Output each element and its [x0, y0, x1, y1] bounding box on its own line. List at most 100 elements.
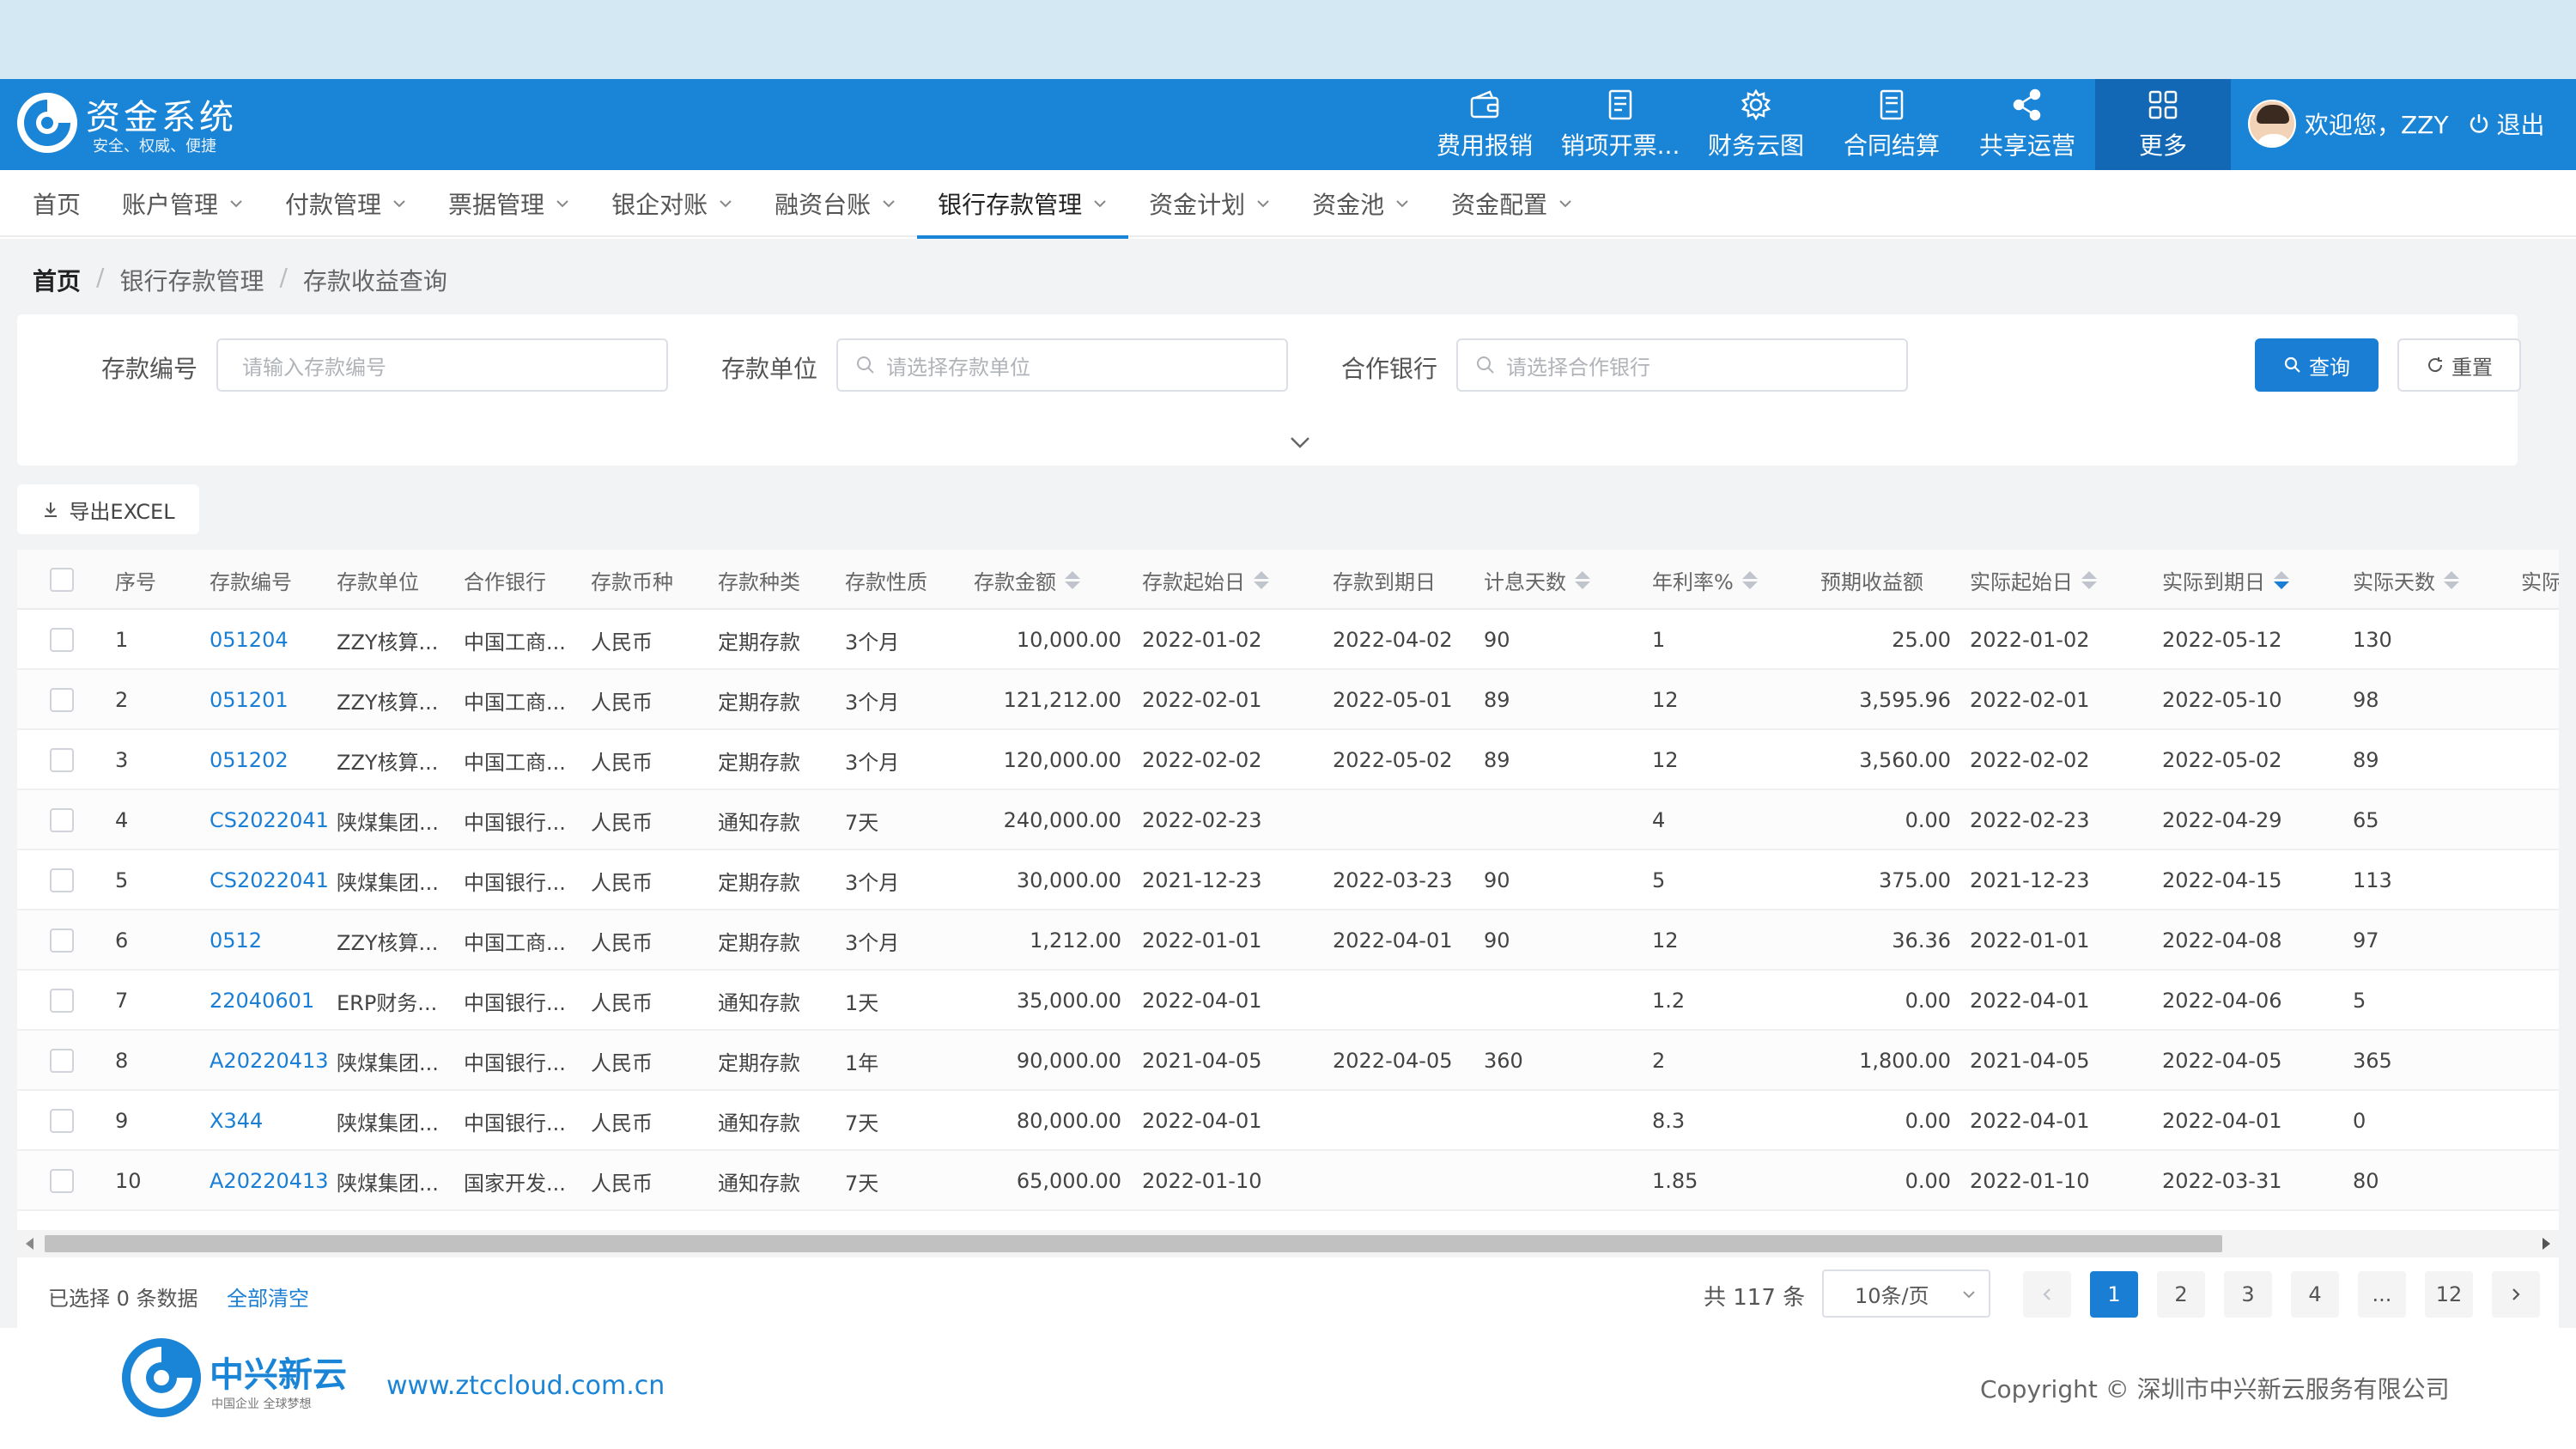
cell-kind: 定期存款	[718, 750, 800, 775]
export-excel-button[interactable]: 导出EXCEL	[17, 484, 199, 534]
row-checkbox[interactable]	[50, 1109, 74, 1133]
cell-deposit-no[interactable]: A202204130	[210, 1031, 330, 1091]
sort-icon[interactable]	[2444, 570, 2459, 589]
row-checkbox[interactable]	[50, 748, 74, 772]
col-rate[interactable]: 年利率%	[1652, 550, 1758, 610]
cell-interest-days: 90	[1484, 628, 1510, 652]
row-checkbox[interactable]	[50, 628, 74, 652]
cell-actual-end: 2022-04-08	[2162, 928, 2282, 953]
row-checkbox[interactable]	[50, 1049, 74, 1073]
deposit-no-input[interactable]: 请输入存款编号	[216, 338, 668, 392]
row-checkbox[interactable]	[50, 1169, 74, 1193]
table-row[interactable]: 6 0512 ZZY核算... 中国工商... 人民币 定期存款 3个月 1,212.00 20…	[17, 910, 2559, 971]
row-checkbox[interactable]	[50, 808, 74, 832]
page-button[interactable]: 3	[2224, 1271, 2272, 1318]
cell-amount: 240,000.00	[1003, 808, 1121, 832]
header-nav-contract[interactable]: 合同结算	[1824, 79, 1959, 170]
sort-icon[interactable]	[1254, 570, 1269, 589]
col-interest-days[interactable]: 计息天数	[1484, 550, 1590, 610]
table-row[interactable]: 8 A202204130 陕煤集团... 中国银行... 人民币 定期存款 1年 90,000…	[17, 1031, 2559, 1091]
row-checkbox[interactable]	[50, 989, 74, 1013]
table-row[interactable]: 3 051202 ZZY核算... 中国工商... 人民币 定期存款 3个月 120,000.…	[17, 730, 2559, 790]
menu-item-fund-pool[interactable]: 资金池	[1291, 170, 1431, 237]
cell-deposit-no[interactable]: 0512	[210, 910, 330, 971]
select-all-checkbox[interactable]	[50, 568, 74, 592]
table-row[interactable]: 2 051201 ZZY核算... 中国工商... 人民币 定期存款 3个月 121,212.…	[17, 670, 2559, 730]
chevron-down-icon[interactable]	[1288, 433, 1312, 452]
cell-actual-end: 2022-04-29	[2162, 808, 2282, 832]
header-nav-invoice[interactable]: 销项开票...	[1552, 79, 1688, 170]
cell-deposit-no[interactable]: CS20220419	[210, 790, 330, 850]
cell-deposit-no[interactable]: CS20220415	[210, 850, 330, 910]
scrollbar-thumb[interactable]	[45, 1235, 2222, 1252]
partner-bank-select[interactable]: 请选择合作银行	[1456, 338, 1908, 392]
cell-actual-start: 2022-01-10	[1970, 1169, 2090, 1193]
sort-icon[interactable]	[1575, 570, 1590, 589]
col-actual-start[interactable]: 实际起始日	[1970, 550, 2097, 610]
sort-icon[interactable]	[2081, 570, 2097, 589]
cell-partner-bank: 中国银行...	[464, 990, 566, 1015]
reset-button[interactable]: 重置	[2397, 338, 2521, 392]
header-nav-expense[interactable]: 费用报销	[1417, 79, 1552, 170]
cell-deposit-no[interactable]: X344	[210, 1091, 330, 1151]
row-checkbox[interactable]	[50, 688, 74, 712]
sort-desc-icon[interactable]	[2274, 570, 2289, 589]
table-row[interactable]: 7 22040601 ERP财务... 中国银行... 人民币 通知存款 1天 35,000.…	[17, 971, 2559, 1031]
menu-item-financing[interactable]: 融资台账	[754, 170, 917, 237]
cell-rate: 2	[1652, 1049, 1666, 1073]
clear-all-link[interactable]: 全部清空	[227, 1282, 309, 1312]
header-nav-label: 共享运营	[1978, 131, 2075, 160]
table-row[interactable]: 1 051204 ZZY核算... 中国工商... 人民币 定期存款 3个月 10,000.0…	[17, 610, 2559, 670]
col-label: 存款币种	[591, 569, 673, 594]
col-amount[interactable]: 存款金额	[974, 550, 1080, 610]
row-checkbox[interactable]	[50, 868, 74, 892]
prev-page-button[interactable]	[2023, 1271, 2071, 1318]
table-row[interactable]: 4 CS20220419 陕煤集团... 中国银行... 人民币 通知存款 7天 240,00…	[17, 790, 2559, 850]
col-start-date[interactable]: 存款起始日	[1142, 550, 1269, 610]
page-ellipsis[interactable]: ...	[2358, 1271, 2406, 1318]
breadcrumb-level1[interactable]: 银行存款管理	[119, 263, 264, 297]
col-actual-end[interactable]: 实际到期日	[2162, 550, 2289, 610]
breadcrumb-home[interactable]: 首页	[33, 263, 81, 297]
cell-deposit-no[interactable]: 22040601	[210, 971, 330, 1031]
table-row[interactable]: 10 A202204130 陕煤集团... 国家开发... 人民币 通知存款 7天 65,00…	[17, 1151, 2559, 1211]
menu-item-fund-plan[interactable]: 资金计划	[1128, 170, 1291, 237]
header-nav-finance-cloud[interactable]: 财务云图	[1688, 79, 1824, 170]
page-button[interactable]: 2	[2157, 1271, 2205, 1318]
col-actual-days[interactable]: 实际天数	[2353, 550, 2459, 610]
brand-logo-icon[interactable]	[15, 91, 79, 155]
scroll-right-icon[interactable]	[2543, 1238, 2550, 1250]
table-row[interactable]: 5 CS20220415 陕煤集团... 中国银行... 人民币 定期存款 3个月 30,00…	[17, 850, 2559, 910]
menu-item-bank-deposit[interactable]: 银行存款管理	[917, 170, 1129, 239]
brand-slogan: 安全、权威、便捷	[93, 137, 216, 155]
sort-icon[interactable]	[1065, 570, 1080, 589]
page-size-select[interactable]: 10条/页	[1822, 1269, 1990, 1318]
deposit-unit-select[interactable]: 请选择存款单位	[836, 338, 1288, 392]
page-button[interactable]: 12	[2425, 1271, 2473, 1318]
menu-item-fund-config[interactable]: 资金配置	[1431, 170, 1594, 237]
query-button[interactable]: 查询	[2255, 338, 2379, 392]
cell-nature: 7天	[845, 1171, 879, 1196]
header-nav-share[interactable]: 共享运营	[1959, 79, 2095, 170]
row-checkbox[interactable]	[50, 928, 74, 953]
cell-deposit-no[interactable]: A202204130	[210, 1151, 330, 1211]
menu-item-bill[interactable]: 票据管理	[428, 170, 591, 237]
sort-icon[interactable]	[1741, 570, 1758, 589]
page-button[interactable]: 1	[2090, 1271, 2138, 1318]
next-page-button[interactable]	[2492, 1271, 2540, 1318]
avatar[interactable]	[2248, 100, 2296, 148]
cell-deposit-no[interactable]: 051202	[210, 730, 330, 790]
menu-item-reconcile[interactable]: 银企对账	[591, 170, 754, 237]
scroll-left-icon[interactable]	[26, 1238, 33, 1250]
company-url[interactable]: www.ztccloud.com.cn	[386, 1371, 665, 1401]
horizontal-scrollbar[interactable]	[17, 1230, 2559, 1257]
logout-button[interactable]: 退出	[2467, 107, 2544, 141]
menu-item-home[interactable]: 首页	[12, 170, 101, 237]
header-nav-more[interactable]: 更多	[2095, 79, 2231, 170]
menu-item-payment[interactable]: 付款管理	[264, 170, 428, 237]
page-button[interactable]: 4	[2291, 1271, 2339, 1318]
table-row[interactable]: 9 X344 陕煤集团... 中国银行... 人民币 通知存款 7天 80,000.00 202…	[17, 1091, 2559, 1151]
cell-deposit-no[interactable]: 051204	[210, 610, 330, 670]
cell-deposit-no[interactable]: 051201	[210, 670, 330, 730]
menu-item-account[interactable]: 账户管理	[101, 170, 264, 237]
